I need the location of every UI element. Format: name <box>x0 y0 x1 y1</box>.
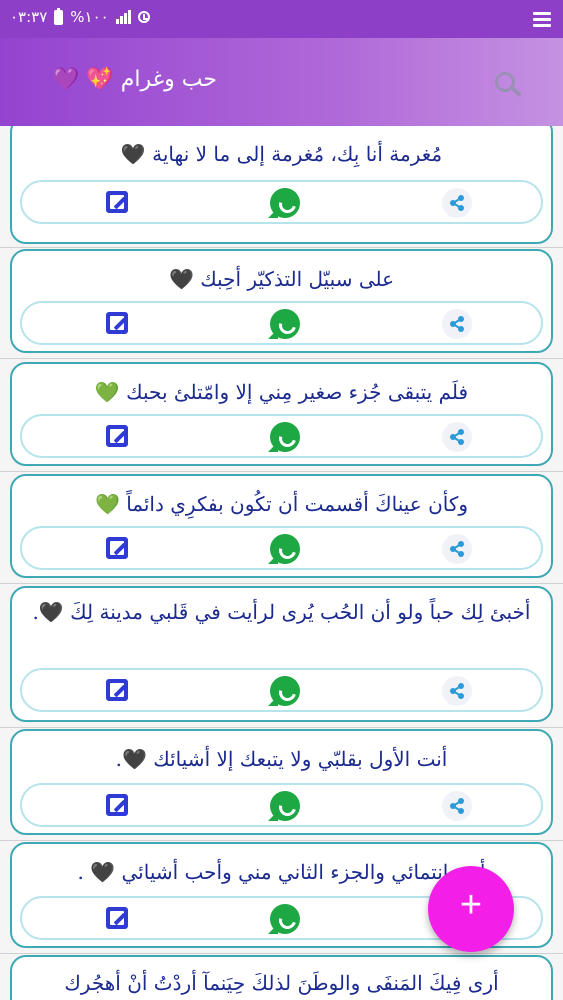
app-bar: حب وغرام 💖 💜 <box>0 38 563 126</box>
status-time: ٠٣:٣٧ <box>10 8 48 26</box>
quote-card: وكأن عيناكَ أقسمت أن تكُون بفكرِي دائماً… <box>10 474 553 578</box>
quote-card: أرى فِيكَ المَنفَى والوطَنَ لذلكَ حِيَنم… <box>10 955 553 1000</box>
quote-text: أرى فِيكَ المَنفَى والوطَنَ لذلكَ حِيَنم… <box>64 971 499 995</box>
edit-icon[interactable] <box>106 312 128 334</box>
signal-icon <box>115 10 131 24</box>
card-actions <box>20 180 543 224</box>
whatsapp-icon[interactable] <box>270 904 300 934</box>
card-actions <box>20 301 543 345</box>
share-icon[interactable] <box>442 791 472 821</box>
edit-icon[interactable] <box>106 907 128 929</box>
quote-card: أنت الأول بقلبّي ولا يتبعك إلا أشيائك 🖤. <box>10 729 553 835</box>
quote-card: مُغرمة أنا بِك، مُغرمة إلى ما لا نهاية 🖤 <box>10 126 553 244</box>
quote-card: أخبئ لِك حباً ولو أن الحُب يُرى لرأيت في… <box>10 586 553 722</box>
alarm-icon <box>137 11 150 23</box>
whatsapp-icon[interactable] <box>270 534 300 564</box>
divider <box>0 247 563 248</box>
edit-icon[interactable] <box>106 191 128 213</box>
share-icon[interactable] <box>442 676 472 706</box>
whatsapp-icon[interactable] <box>270 422 300 452</box>
divider <box>0 953 563 954</box>
divider <box>0 583 563 584</box>
quote-text: مُغرمة أنا بِك، مُغرمة إلى ما لا نهاية 🖤 <box>120 142 443 166</box>
add-button[interactable]: + <box>428 866 514 952</box>
whatsapp-icon[interactable] <box>270 188 300 218</box>
quote-card: على سبيّل التذكيّر أحِبك 🖤 <box>10 249 553 353</box>
share-icon[interactable] <box>442 422 472 452</box>
battery-percent: %١٠٠ <box>70 8 109 26</box>
quote-text: وكأن عيناكَ أقسمت أن تكُون بفكرِي دائماً… <box>94 492 469 516</box>
add-button-label: + <box>459 884 483 926</box>
divider <box>0 358 563 359</box>
edit-icon[interactable] <box>106 794 128 816</box>
quote-text: فلَم يتبقى جُزء صغير مِني إلا وامّتلئ بح… <box>94 380 469 404</box>
battery-full-icon <box>54 7 64 25</box>
quote-text: أخبئ لِك حباً ولو أن الحُب يُرى لرأيت في… <box>32 600 531 624</box>
share-icon[interactable] <box>442 309 472 339</box>
edit-icon[interactable] <box>106 679 128 701</box>
quote-text: على سبيّل التذكيّر أحِبك 🖤 <box>168 267 395 291</box>
card-actions <box>20 414 543 458</box>
menu-icon[interactable] <box>533 9 551 30</box>
status-bar: ٠٣:٣٧ %١٠٠ <box>0 0 563 38</box>
share-icon[interactable] <box>442 188 472 218</box>
divider <box>0 727 563 728</box>
edit-icon[interactable] <box>106 537 128 559</box>
share-icon[interactable] <box>442 534 472 564</box>
card-actions <box>20 526 543 570</box>
whatsapp-icon[interactable] <box>270 676 300 706</box>
quote-text: أنت الأول بقلبّي ولا يتبعك إلا أشيائك 🖤. <box>115 747 448 771</box>
divider <box>0 840 563 841</box>
whatsapp-icon[interactable] <box>270 791 300 821</box>
edit-icon[interactable] <box>106 425 128 447</box>
whatsapp-icon[interactable] <box>270 309 300 339</box>
status-left: ٠٣:٣٧ %١٠٠ <box>10 7 150 26</box>
quote-card: فلَم يتبقى جُزء صغير مِني إلا وامّتلئ بح… <box>10 362 553 466</box>
card-actions <box>20 783 543 827</box>
search-icon[interactable] <box>495 72 515 92</box>
app-title: حب وغرام 💖 💜 <box>52 67 217 92</box>
divider <box>0 471 563 472</box>
card-actions <box>20 668 543 712</box>
